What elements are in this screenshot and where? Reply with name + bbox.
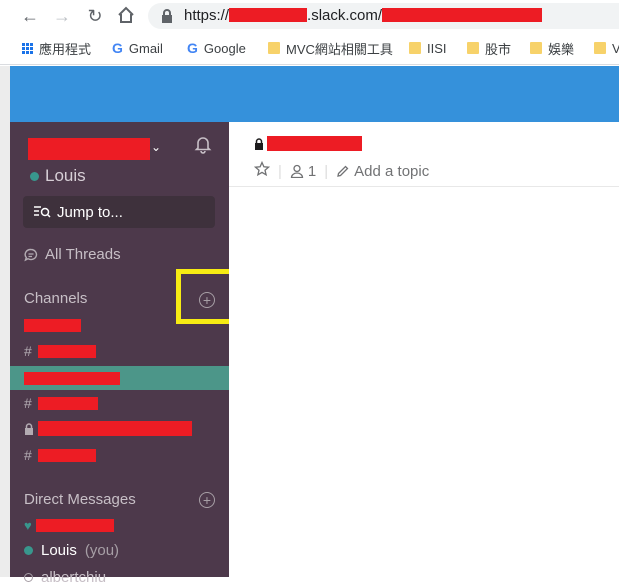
lock-icon: [160, 8, 176, 24]
add-dm-plus-icon[interactable]: +: [199, 492, 215, 508]
dm-name: albertchiu: [41, 569, 107, 586]
bookmark-mvc[interactable]: MVC網站相關工具: [268, 38, 393, 58]
bookmark-label: Google: [203, 40, 246, 56]
bookmark-stocks[interactable]: 股市: [467, 38, 511, 58]
bookmark-google[interactable]: G Google: [187, 38, 246, 58]
bookmarks-bar: 應用程式 G Gmail G Google MVC網站相關工具 IISI 股市 …: [0, 34, 619, 62]
add-topic-label: Add a topic: [354, 162, 430, 180]
bookmark-label: 娛樂: [548, 41, 575, 57]
channel-name-redacted: [38, 344, 96, 358]
redaction: [382, 8, 543, 22]
all-threads-label: All Threads: [45, 246, 121, 263]
window-edge: [0, 66, 10, 577]
pencil-icon: [337, 165, 349, 177]
url-prefix: https://: [184, 7, 230, 24]
hash-icon: #: [24, 447, 32, 463]
member-count: 1: [307, 162, 317, 180]
hash-icon: #: [24, 343, 32, 359]
channel-title: [254, 136, 362, 151]
current-user[interactable]: Louis: [30, 166, 86, 186]
lock-icon: [25, 422, 33, 435]
forward-arrow-icon[interactable]: →: [52, 6, 72, 26]
jump-to-label: Jump to...: [57, 203, 123, 221]
channels-header[interactable]: Channels: [24, 290, 87, 307]
channel-main: | 1 | Add a topic: [229, 122, 619, 577]
person-icon: [290, 164, 304, 178]
apps-grid-icon: [22, 42, 33, 54]
bell-icon[interactable]: [193, 134, 213, 154]
channel-name-redacted: [38, 421, 192, 436]
bookmark-label: 股市: [485, 41, 512, 57]
channel-item-redacted[interactable]: [24, 319, 81, 332]
jump-to-button[interactable]: Jump to...: [23, 196, 215, 228]
channel-name-redacted: [38, 448, 96, 462]
bookmark-iisi[interactable]: IISI: [409, 38, 447, 58]
slack-top-bar: [10, 66, 619, 122]
folder-icon: [409, 42, 421, 54]
away-status-icon: [24, 573, 33, 582]
google-icon: G: [112, 40, 123, 56]
threads-icon: [24, 248, 38, 261]
lock-icon: [255, 137, 263, 150]
redaction: [229, 8, 308, 22]
online-status-icon: [24, 546, 33, 555]
dm-item[interactable]: albertchiu: [24, 569, 106, 586]
back-arrow-icon[interactable]: ←: [20, 6, 40, 26]
channel-name-redacted: [267, 136, 362, 151]
direct-messages-header[interactable]: Direct Messages: [24, 491, 136, 508]
dm-self-name: Louis: [41, 542, 77, 559]
hash-icon: #: [24, 395, 32, 411]
dm-self-suffix: (you): [84, 542, 120, 559]
star-icon[interactable]: [253, 160, 271, 181]
channel-item[interactable]: #: [24, 395, 98, 411]
channel-header-meta: | 1 | Add a topic: [253, 160, 429, 181]
bookmark-label: 應用程式: [39, 41, 92, 57]
add-topic-button[interactable]: Add a topic: [336, 163, 429, 180]
url-domain: .slack.com/: [307, 7, 383, 24]
channel-item-active[interactable]: [10, 366, 229, 390]
all-threads-link[interactable]: All Threads: [24, 246, 121, 263]
bookmark-gmail[interactable]: G Gmail: [112, 38, 163, 58]
home-icon[interactable]: [116, 6, 136, 26]
browser-toolbar: ← → ↻ https:// .slack.com/ 應用程式 G Gmail G…: [0, 0, 619, 65]
url-text: https:// .slack.com/: [184, 7, 543, 24]
header-divider: [229, 186, 619, 187]
channel-name-redacted: [24, 372, 120, 385]
google-icon: G: [187, 40, 198, 56]
folder-icon: [467, 42, 479, 54]
address-bar[interactable]: https:// .slack.com/: [148, 3, 619, 29]
chevron-down-icon[interactable]: ⌄: [151, 140, 161, 154]
bookmark-label: Gmail: [128, 40, 163, 56]
member-count-button[interactable]: 1: [290, 163, 316, 180]
folder-icon: [530, 42, 542, 54]
dm-item-self[interactable]: Louis (you): [24, 542, 119, 559]
heart-icon: ♥: [24, 518, 32, 533]
bookmark-label: MVC網站相關工具: [286, 41, 393, 57]
bookmark-more[interactable]: V: [594, 38, 619, 58]
private-channel-item[interactable]: [24, 421, 192, 436]
jump-search-icon: [34, 206, 51, 218]
online-status-icon: [30, 171, 39, 181]
slack-sidebar: ⌄ Louis Jump to... All Threads Channels …: [10, 122, 229, 586]
bookmark-entertainment[interactable]: 娛樂: [530, 38, 574, 58]
folder-icon: [268, 42, 280, 54]
bookmark-label: IISI: [427, 40, 447, 56]
bookmark-apps[interactable]: 應用程式: [22, 38, 91, 58]
folder-icon: [594, 42, 606, 54]
channel-name-redacted: [38, 396, 98, 410]
bookmark-label: V: [612, 40, 619, 56]
reload-icon[interactable]: ↻: [85, 6, 105, 26]
user-name: Louis: [45, 166, 86, 185]
channel-item[interactable]: #: [24, 343, 96, 359]
workspace-name-redacted[interactable]: [28, 138, 150, 160]
dm-name-redacted: [35, 519, 114, 532]
dm-item[interactable]: ♥: [24, 518, 114, 533]
channel-item[interactable]: #: [24, 447, 96, 463]
